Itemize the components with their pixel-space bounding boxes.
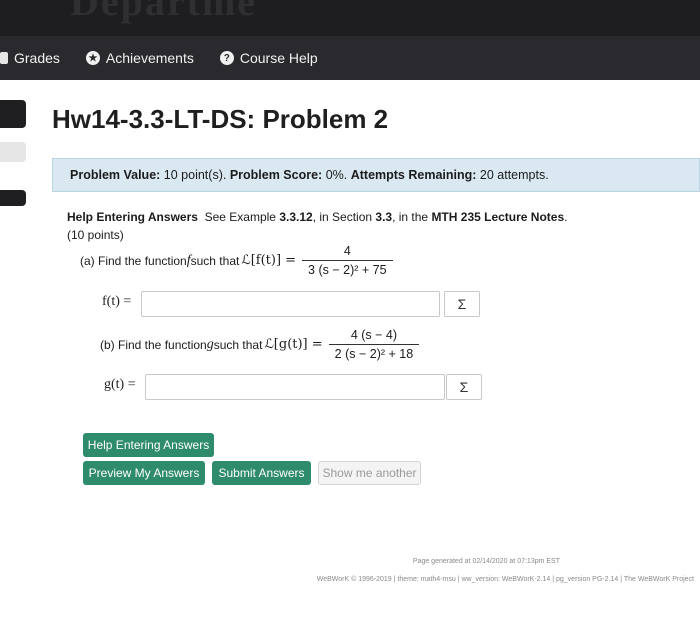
part-a-lhs: ℒ[f(t)] = <box>241 253 297 268</box>
show-another-button[interactable]: Show me another <box>318 461 421 485</box>
problem-text: Help Entering Answers See Example 3.3.12… <box>67 210 687 242</box>
answer-label-f: f(t) = <box>102 294 132 309</box>
help-line: Help Entering Answers See Example 3.3.12… <box>67 210 687 224</box>
nav-item-achievements[interactable]: ★ Achievements <box>85 50 194 66</box>
part-a-denominator: 3 (s − 2)² + 75 <box>302 260 393 277</box>
part-b-var: g <box>206 336 214 352</box>
part-b-denominator: 2 (s − 2)² + 18 <box>328 344 420 361</box>
nav-item-label: Grades <box>14 50 60 66</box>
in-section: , in Section <box>312 210 376 224</box>
equation-editor-button-g[interactable]: Σ <box>446 374 482 400</box>
grades-icon <box>0 52 8 64</box>
value-label: Problem Value: <box>70 168 161 182</box>
star-icon: ★ <box>85 51 100 65</box>
section-ref: 3.3 <box>375 210 393 224</box>
nav-bar: Grades ★ Achievements ? Course Help <box>0 36 700 80</box>
submit-answers-button[interactable]: Submit Answers <box>212 461 311 485</box>
part-a-mid: such that <box>190 253 240 268</box>
help-entering-answers-button[interactable]: Help Entering Answers <box>83 433 214 457</box>
attempts-remaining: 20 attempts. <box>479 168 549 182</box>
page-title: Hw14-3.3-LT-DS: Problem 2 <box>52 104 389 134</box>
preview-answers-button[interactable]: Preview My Answers <box>83 461 205 485</box>
answer-label-g: g(t) = <box>104 377 136 392</box>
period: . <box>564 210 568 224</box>
sigma-icon: Σ <box>459 379 469 395</box>
attempts-label: Attempts Remaining: <box>350 168 477 182</box>
footer-generated: Page generated at 02/14/2020 at 07:13pm … <box>412 558 560 565</box>
part-b-statement: (b) Find the function g such that ℒ[g(t)… <box>100 328 423 361</box>
banner-text: Departme <box>70 0 258 24</box>
example-ref: 3.3.12 <box>279 210 313 224</box>
part-b-fraction: 4 (s − 4) 2 (s − 2)² + 18 <box>328 328 420 361</box>
problem-value: 10 point(s). <box>163 168 227 182</box>
notes-ref: MTH 235 Lecture Notes <box>431 210 565 224</box>
score-label: Problem Score: <box>229 168 323 182</box>
equation-editor-button-f[interactable]: Σ <box>444 291 480 317</box>
side-tab-dark[interactable] <box>0 100 26 128</box>
part-a-fraction: 4 3 (s − 2)² + 75 <box>302 244 393 277</box>
side-tab-light[interactable] <box>0 142 26 162</box>
problem-info-box: Problem Value: 10 point(s). Problem Scor… <box>52 158 700 192</box>
part-b-mid: such that <box>213 337 263 352</box>
part-b-numerator: 4 (s − 4) <box>350 328 398 342</box>
nav-item-label: Course Help <box>239 50 318 66</box>
nav-item-course-help[interactable]: ? Course Help <box>219 50 318 66</box>
points-line: (10 points) <box>67 228 124 242</box>
side-tab-dark-lower[interactable] <box>0 190 26 206</box>
answer-input-g[interactable] <box>145 374 445 400</box>
nav-item-grades[interactable]: Grades <box>0 50 60 66</box>
top-banner: Departme <box>0 0 700 36</box>
part-a-numerator: 4 <box>343 244 351 258</box>
part-a-prefix: (a) Find the function <box>80 253 187 268</box>
nav-item-label: Achievements <box>105 50 194 66</box>
help-icon: ? <box>219 51 234 65</box>
part-a-statement: (a) Find the function f such that ℒ[f(t)… <box>80 244 397 277</box>
part-b-lhs: ℒ[g(t)] = <box>264 337 323 352</box>
sigma-icon: Σ <box>457 296 467 312</box>
in-the: , in the <box>392 210 432 224</box>
help-link[interactable]: Help Entering Answers <box>67 210 198 224</box>
answer-input-f[interactable] <box>141 291 440 317</box>
footer-copyright: WeBWorK © 1996-2019 | theme: math4-msu |… <box>316 576 694 583</box>
problem-score: 0%. <box>325 168 348 182</box>
part-b-prefix: (b) Find the function <box>100 337 207 352</box>
see-prefix: See Example <box>204 210 280 224</box>
